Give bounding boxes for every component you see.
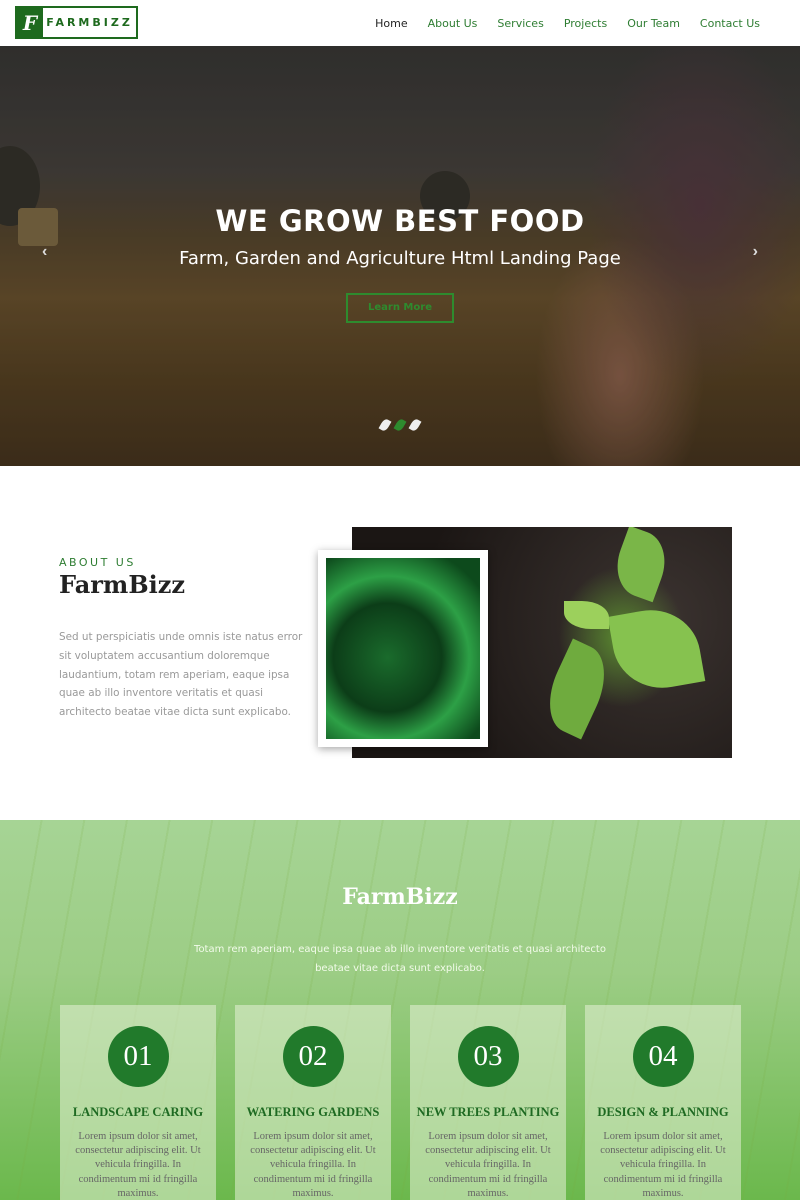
- cabbage-image: [326, 558, 480, 739]
- nav-our-team[interactable]: Our Team: [627, 17, 680, 30]
- service-text: Lorem ipsum dolor sit amet, consectetur …: [75, 1131, 201, 1199]
- hero-content: WE GROW BEST FOOD Farm, Garden and Agric…: [0, 204, 800, 323]
- about-text: Sed ut perspiciatis unde omnis iste natu…: [59, 631, 303, 719]
- leaf-shape: [607, 527, 675, 603]
- slider-dots: [0, 417, 800, 433]
- hero-slider: ‹ › WE GROW BEST FOOD Farm, Garden and A…: [0, 46, 800, 466]
- service-card: 04 DESIGN & PLANNING Lorem ipsum dolor s…: [585, 1005, 741, 1200]
- service-card: 01 LANDSCAPE CARING Lorem ipsum dolor si…: [60, 1005, 216, 1200]
- service-number: 04: [632, 1026, 694, 1087]
- service-number: 01: [107, 1026, 169, 1087]
- service-text: Lorem ipsum dolor sit amet, consectetur …: [250, 1131, 376, 1199]
- slide-dot-2[interactable]: [393, 417, 407, 433]
- service-card: 02 WATERING GARDENS Lorem ipsum dolor si…: [235, 1005, 391, 1200]
- slide-dot-3[interactable]: [408, 417, 422, 433]
- nav-projects[interactable]: Projects: [564, 17, 607, 30]
- nav-about-us[interactable]: About Us: [428, 17, 478, 30]
- service-number: 02: [282, 1026, 344, 1087]
- about-section: ABOUT US FarmBizz Sed ut perspiciatis un…: [0, 466, 800, 820]
- services-subtitle: Totam rem aperiam, eaque ipsa quae ab il…: [194, 944, 606, 974]
- service-text: Lorem ipsum dolor sit amet, consectetur …: [425, 1131, 551, 1199]
- service-number: 03: [457, 1026, 519, 1087]
- hero-subtitle: Farm, Garden and Agriculture Html Landin…: [179, 248, 621, 269]
- services-section: FarmBizz Totam rem aperiam, eaque ipsa q…: [0, 820, 800, 1200]
- service-title: WATERING GARDENS: [246, 1105, 380, 1119]
- service-text: Lorem ipsum dolor sit amet, consectetur …: [600, 1131, 726, 1199]
- logo-mark-icon: F: [17, 8, 43, 37]
- service-title: DESIGN & PLANNING: [597, 1105, 729, 1119]
- service-cards: 01 LANDSCAPE CARING Lorem ipsum dolor si…: [60, 1005, 741, 1200]
- leaf-shape: [535, 638, 619, 740]
- main-nav: Home About Us Services Projects Our Team…: [375, 0, 760, 46]
- leaf-shape: [607, 602, 706, 696]
- service-title: LANDSCAPE CARING: [72, 1105, 204, 1119]
- logo[interactable]: F FARMBIZZ: [15, 6, 138, 39]
- about-title: FarmBizz: [59, 570, 185, 599]
- learn-more-button[interactable]: Learn More: [346, 293, 454, 323]
- nav-contact-us[interactable]: Contact Us: [700, 17, 760, 30]
- leaf-shape: [564, 601, 609, 629]
- service-card: 03 NEW TREES PLANTING Lorem ipsum dolor …: [410, 1005, 566, 1200]
- nav-home[interactable]: Home: [375, 17, 407, 30]
- service-title: NEW TREES PLANTING: [416, 1105, 560, 1119]
- site-header: F FARMBIZZ Home About Us Services Projec…: [0, 0, 800, 46]
- cabbage-image-frame: [318, 550, 488, 747]
- hero-title: WE GROW BEST FOOD: [215, 204, 585, 238]
- about-label: ABOUT US: [59, 556, 136, 569]
- services-title: FarmBizz: [342, 884, 458, 910]
- logo-text: FARMBIZZ: [46, 16, 133, 29]
- nav-services[interactable]: Services: [497, 17, 543, 30]
- slide-dot-1[interactable]: [378, 417, 392, 433]
